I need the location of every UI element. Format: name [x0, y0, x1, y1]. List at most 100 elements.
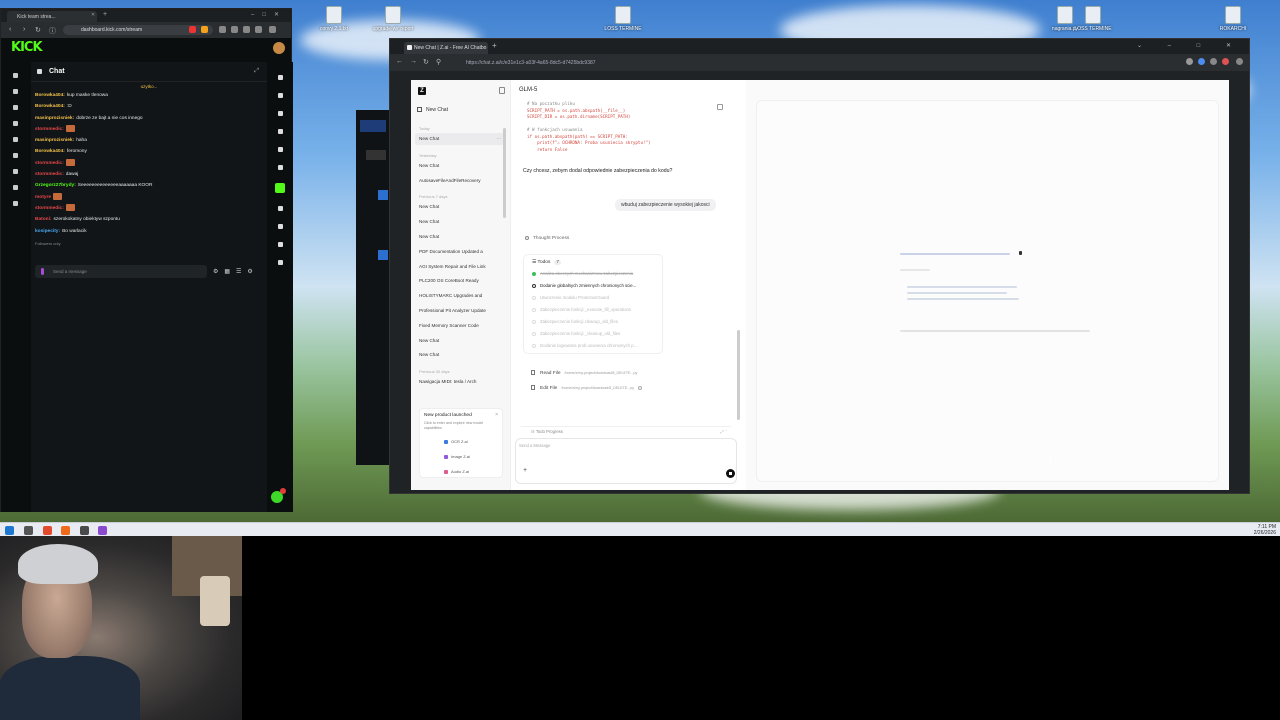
kick-logo[interactable]: KICK	[11, 40, 43, 55]
wallet-icon[interactable]	[13, 153, 18, 158]
history-item[interactable]: Fixed Memory Scanner Code	[419, 323, 503, 328]
history-item[interactable]: HOLISTYMARC Upgrades and	[419, 293, 503, 298]
users-icon[interactable]	[278, 206, 283, 211]
chat-username[interactable]: Borowka404:	[35, 104, 65, 109]
todo-item[interactable]: Dodanie globalnych zmiennych chronionych…	[532, 283, 636, 288]
todo-item[interactable]: Utworzenie modulu ProtectionGuard	[532, 295, 609, 300]
history-item[interactable]: New Chat	[419, 352, 503, 357]
tool-call[interactable]: Read File/home/z/my-project/download/8_D…	[531, 370, 637, 376]
extension-icon[interactable]	[201, 26, 208, 33]
desktop-icon-2[interactable]: upgrade-wir report	[370, 6, 416, 32]
back-icon[interactable]: ‹	[9, 26, 11, 33]
new-tab-icon[interactable]: +	[492, 41, 497, 50]
history-item[interactable]: New Chat	[419, 219, 503, 224]
model-selector[interactable]: GLM-5	[519, 87, 537, 93]
history-item[interactable]: AutosaveFileAndFileRecovery	[419, 178, 503, 183]
expand-icon[interactable]	[278, 260, 283, 265]
chat-username[interactable]: kosipecity:	[35, 229, 60, 234]
extension-icon[interactable]	[1198, 58, 1205, 65]
chat-username[interactable]: stormmedic:	[35, 161, 64, 166]
history-item[interactable]: PLC200 OS CoreBoot Ready	[419, 278, 503, 283]
reload-icon[interactable]: ↻	[35, 26, 41, 34]
todo-item[interactable]: Dodanie logowania prob usuniecia chronio…	[532, 343, 637, 348]
stream-icon[interactable]	[13, 89, 18, 94]
more-icon[interactable]: ···	[496, 133, 501, 145]
forward-icon[interactable]: →	[410, 58, 417, 65]
system-tray-clock[interactable]: 7:11 PM 2/26/2026	[1254, 524, 1276, 536]
chat-username[interactable]: Batoni:	[35, 217, 52, 222]
star-icon[interactable]	[1186, 58, 1193, 65]
new-chat-button[interactable]: New Chat	[417, 107, 448, 113]
kick-tab[interactable]: Kick team strea...	[7, 11, 97, 22]
expand-icon[interactable]: ⤢ ⌃	[721, 429, 728, 434]
extension-icon[interactable]	[189, 26, 196, 33]
history-item[interactable]: New Chat	[419, 204, 503, 209]
stop-button[interactable]	[726, 469, 735, 478]
promo-pill[interactable]: Audio Z.ai	[444, 467, 484, 476]
menu-icon[interactable]	[1236, 58, 1243, 65]
bolt-icon[interactable]	[278, 129, 283, 134]
sidebar-toggle-icon[interactable]	[499, 87, 505, 94]
gear-icon[interactable]	[278, 75, 283, 80]
emote-icon[interactable]	[41, 268, 44, 275]
thought-process-toggle[interactable]: Thought Process	[525, 236, 569, 241]
chat-active-icon[interactable]	[275, 183, 285, 193]
chat-username[interactable]: Grzegorz27brydy:	[35, 183, 76, 188]
history-item[interactable]: AGI System Repair and File Link	[419, 264, 503, 269]
reload-icon[interactable]: ↻	[423, 58, 429, 66]
extension-icon[interactable]	[255, 26, 262, 33]
history-item[interactable]: Nawigacja MIDI: tesla / Arch	[419, 379, 503, 384]
promo-pill[interactable]: OCR Z.ai	[444, 437, 484, 446]
zai-url-bar[interactable]: https://chat.z.ai/c/e31e1c3-a03f-4a65-8d…	[452, 57, 1172, 68]
desktop-icon-7[interactable]: ROKARCHI	[1210, 6, 1256, 32]
desktop-icon-1[interactable]: convy 2.1.txt	[311, 6, 357, 32]
list-icon[interactable]	[278, 224, 283, 229]
new-tab-icon[interactable]: +	[103, 11, 107, 18]
site-info-icon[interactable]: ⚲	[436, 58, 441, 66]
close-icon[interactable]: ✕	[91, 12, 95, 18]
pin-icon[interactable]	[278, 165, 283, 170]
extension-icon[interactable]	[219, 26, 226, 33]
sidebar-scrollbar[interactable]	[503, 128, 506, 218]
extension-icon[interactable]	[243, 26, 250, 33]
window-controls[interactable]: ⌄ – □ ✕	[1137, 42, 1243, 49]
wrench-icon[interactable]	[278, 242, 283, 247]
chat-username[interactable]: stormmedic:	[35, 127, 64, 132]
kick-float-button[interactable]	[269, 488, 286, 505]
desktop-icon-3[interactable]: LOSS TERMINE	[600, 6, 646, 32]
extension-icon[interactable]	[1222, 58, 1229, 65]
attach-icon[interactable]: +	[523, 467, 527, 474]
history-item[interactable]: New Chat	[419, 234, 503, 239]
history-item[interactable]: New Chat	[419, 338, 503, 343]
zai-logo-icon[interactable]: Z	[418, 87, 426, 95]
window-controls[interactable]: –□✕	[251, 11, 287, 18]
stop-icon[interactable]	[278, 147, 283, 152]
pinned-message[interactable]: uzytko...	[31, 82, 267, 90]
extension-icon[interactable]	[1210, 58, 1217, 65]
todo-item[interactable]: Analiza obecnych mechanizmow zabezpiecze…	[532, 271, 633, 276]
taskbar-app-5[interactable]	[98, 526, 107, 535]
chat-username[interactable]: masinprozisniek:	[35, 138, 74, 143]
forward-icon[interactable]: ›	[23, 26, 25, 33]
start-button[interactable]	[5, 526, 14, 535]
info-icon[interactable]: ⓘ	[49, 26, 56, 36]
todo-item[interactable]: Zabezpieczenie funkcji cleanup_old_files	[532, 319, 618, 324]
copy-icon[interactable]	[717, 104, 723, 110]
history-item[interactable]: New Chat ···	[415, 133, 505, 145]
desktop-icon-6[interactable]: LOSS TERMINE	[1070, 6, 1116, 32]
todo-item[interactable]: Zabezpieczenie funkcji _cleanup_old_file…	[532, 331, 620, 336]
zai-tab[interactable]: New Chat | Z.ai - Free AI Chatbo	[404, 42, 488, 54]
todo-progress-bar[interactable]: ☷ Todo Progress ⤢ ⌃	[521, 426, 731, 435]
chat-username[interactable]: Borowka404:	[35, 93, 65, 98]
chat-scrollbar[interactable]	[737, 330, 740, 420]
community-icon[interactable]	[13, 121, 18, 126]
chat-username[interactable]: motyre	[35, 195, 51, 200]
taskbar-app-3[interactable]	[61, 526, 70, 535]
history-item[interactable]: Professional Pit Analyzer Update	[419, 308, 503, 313]
avatar[interactable]	[273, 42, 285, 54]
chat-tools[interactable]: ⚙▦☰⚙	[213, 268, 259, 275]
trophy-icon[interactable]	[13, 137, 18, 142]
chat-username[interactable]: stormmedic:	[35, 206, 64, 211]
todo-item[interactable]: Zabezpieczenie funkcji _execute_fill_ope…	[532, 307, 631, 312]
todos-header[interactable]: ☰ Todos 7	[532, 260, 562, 265]
